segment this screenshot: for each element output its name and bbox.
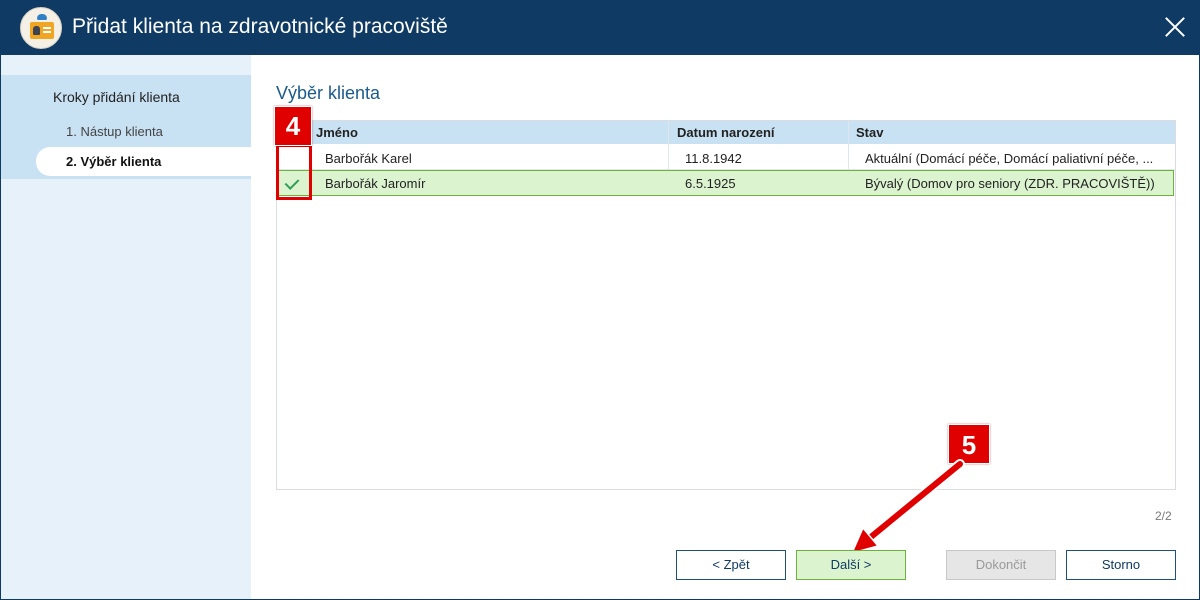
table-cell-status[interactable]: Bývalý (Domov pro seniory (ZDR. PRACOVIŠ… (865, 176, 1155, 191)
window-title: Přidat klienta na zdravotnické pracovišt… (72, 15, 448, 38)
step-badge-5: 5 (948, 424, 990, 464)
checkbox-highlight-frame (276, 144, 312, 200)
finish-button: Dokončit (946, 550, 1056, 580)
step-nastup-klienta[interactable]: 1. Nástup klienta (66, 124, 163, 139)
table-cell-birth-date[interactable]: 11.8.1942 (685, 151, 742, 166)
table-cell-name[interactable]: Barbořák Karel (325, 151, 412, 166)
column-header-status[interactable]: Stav (856, 125, 883, 140)
next-button[interactable]: Další > (796, 550, 906, 580)
table-cell-status[interactable]: Aktuální (Domácí péče, Domácí paliativní… (865, 151, 1153, 166)
table-cell-name[interactable]: Barbořák Jaromír (325, 176, 425, 191)
column-header-name[interactable]: Jméno (316, 125, 358, 140)
step-badge-4: 4 (274, 106, 312, 146)
id-card-icon (30, 22, 54, 39)
cancel-button[interactable]: Storno (1066, 550, 1176, 580)
steps-heading: Kroky přidání klienta (53, 89, 180, 105)
close-icon[interactable] (1160, 12, 1190, 42)
table-cell-birth-date[interactable]: 6.5.1925 (685, 176, 736, 191)
client-card-icon (20, 7, 62, 49)
page-indicator: 2/2 (1155, 509, 1172, 523)
cloud-icon (37, 14, 47, 20)
section-title: Výběr klienta (276, 83, 381, 103)
step-vyber-klienta[interactable]: 2. Výběr klienta (66, 154, 161, 169)
back-button[interactable]: < Zpět (676, 550, 786, 580)
column-header-birth-date[interactable]: Datum narození (677, 125, 775, 140)
